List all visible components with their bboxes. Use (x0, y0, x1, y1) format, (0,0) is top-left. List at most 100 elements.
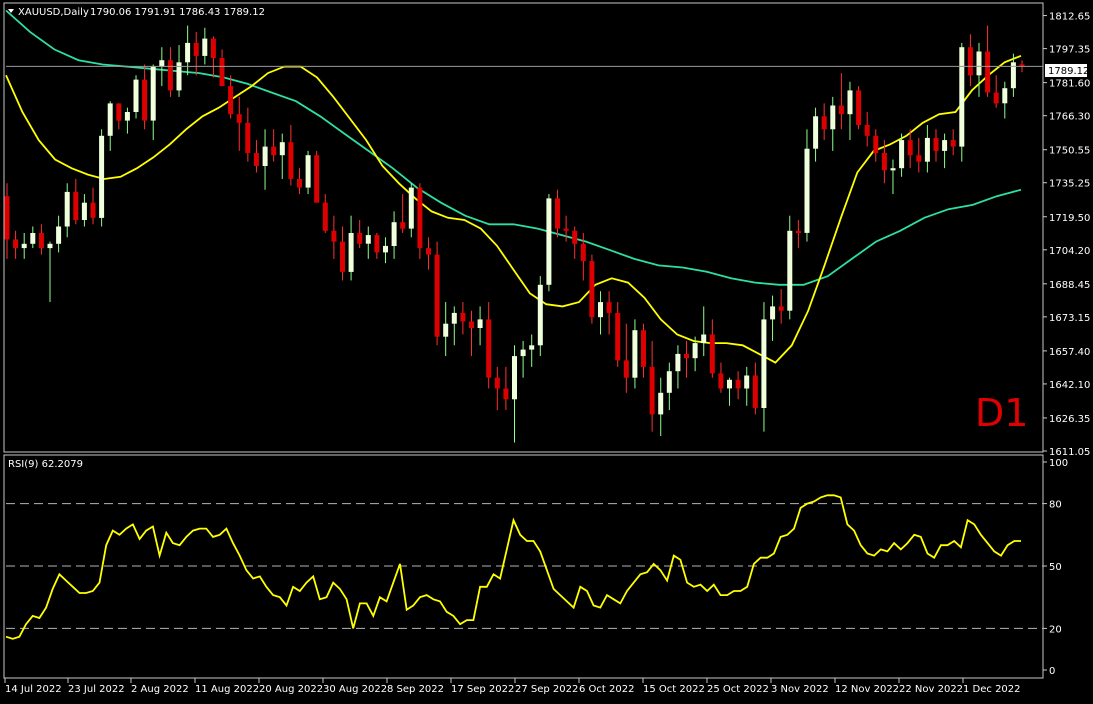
candle (632, 330, 638, 378)
candle (262, 146, 268, 166)
date-tick-label: 3 Nov 2022 (771, 684, 829, 695)
date-tick-label: 15 Oct 2022 (643, 684, 705, 695)
candle (881, 153, 887, 171)
candle (924, 137, 930, 162)
candle (709, 334, 715, 374)
candle (374, 235, 380, 253)
chart-background (0, 0, 1093, 700)
date-tick-label: 17 Sep 2022 (451, 684, 514, 695)
candle (555, 198, 560, 229)
candle (116, 103, 122, 121)
candle (90, 202, 96, 218)
candle (795, 230, 801, 233)
chart-canvas[interactable]: 1812.65 1797.35 1781.60 1766.30 1750.55 1735.… (0, 0, 1093, 700)
candle (426, 248, 431, 255)
candle (847, 90, 853, 115)
candle (907, 140, 913, 156)
candle (219, 58, 225, 87)
candle (623, 360, 629, 378)
candle (967, 47, 973, 76)
date-tick-label: 12 Nov 2022 (835, 684, 899, 695)
price-tick-label: 1704.20 (1049, 246, 1090, 257)
candle (537, 284, 543, 346)
trading-chart[interactable]: 1812.65 1797.35 1781.60 1766.30 1750.55 1735.… (0, 0, 1093, 700)
candle (245, 122, 251, 153)
price-tick-label: 1781.60 (1049, 79, 1090, 90)
candle (30, 233, 36, 244)
candle (761, 319, 767, 408)
candle (916, 155, 922, 162)
candle (477, 319, 483, 328)
candle (434, 254, 440, 337)
candle (735, 379, 741, 389)
candle (580, 243, 586, 262)
price-tick-label: 1626.35 (1049, 414, 1090, 425)
date-tick-label: 23 Jul 2022 (68, 684, 125, 695)
candle (236, 114, 242, 123)
price-tick-label: 1642.10 (1049, 380, 1090, 391)
candle (408, 187, 414, 229)
candle (976, 51, 982, 76)
candle (417, 187, 423, 249)
candle (933, 137, 939, 151)
candle (314, 155, 320, 203)
candle (890, 168, 896, 171)
date-tick-label: 27 Sep 2022 (515, 684, 578, 695)
candle (942, 140, 948, 151)
candle (520, 349, 526, 357)
candle (856, 90, 862, 125)
candle (589, 261, 595, 318)
candle (649, 366, 655, 415)
candle (606, 302, 612, 313)
candle (13, 239, 19, 248)
symbol-label: XAUUSD,Daily (18, 7, 89, 18)
candle (305, 155, 311, 188)
candle (770, 306, 776, 320)
date-tick-label: 30 Aug 2022 (323, 684, 387, 695)
candle (684, 353, 689, 359)
price-tick-label: 1719.50 (1049, 213, 1090, 224)
candle (563, 228, 569, 231)
price-tick-label: 1735.25 (1049, 179, 1090, 190)
candle (615, 312, 621, 361)
price-badge-text: 1789.12 (1048, 66, 1089, 77)
candle (701, 334, 707, 344)
candle (899, 140, 905, 169)
candle (167, 60, 173, 91)
candle (73, 191, 79, 220)
price-tick-label: 1797.35 (1049, 45, 1090, 56)
candle (950, 140, 956, 147)
candle (959, 47, 965, 147)
candle (4, 196, 10, 240)
candle (451, 312, 457, 324)
price-tick-label: 1812.65 (1049, 12, 1090, 23)
candle (47, 243, 53, 249)
candle (391, 222, 397, 246)
candle (752, 375, 758, 408)
candle (486, 319, 492, 378)
candle (985, 51, 991, 93)
timeframe-label: D1 (975, 391, 1028, 435)
candle (838, 105, 844, 115)
price-tick-label: 1611.05 (1049, 447, 1090, 458)
price-tick-label: 1673.15 (1049, 313, 1090, 324)
candle (598, 302, 603, 318)
date-tick-label: 1 Dec 2022 (963, 684, 1021, 695)
candle (572, 230, 578, 244)
candle (494, 377, 500, 389)
rsi-tick-label: 20 (1049, 624, 1062, 635)
candle (348, 233, 354, 272)
candle (718, 373, 724, 389)
candle (133, 79, 139, 112)
candle (813, 116, 819, 149)
ohlc-values: 1790.06 1791.91 1786.43 1789.12 (90, 7, 265, 18)
candle (228, 86, 234, 115)
candle (641, 330, 646, 367)
candle (56, 226, 62, 244)
candle (253, 153, 259, 166)
date-tick-label: 11 Aug 2022 (195, 684, 259, 695)
candle (529, 345, 535, 350)
candle (124, 112, 130, 121)
candle (993, 92, 999, 104)
candle (365, 235, 371, 244)
